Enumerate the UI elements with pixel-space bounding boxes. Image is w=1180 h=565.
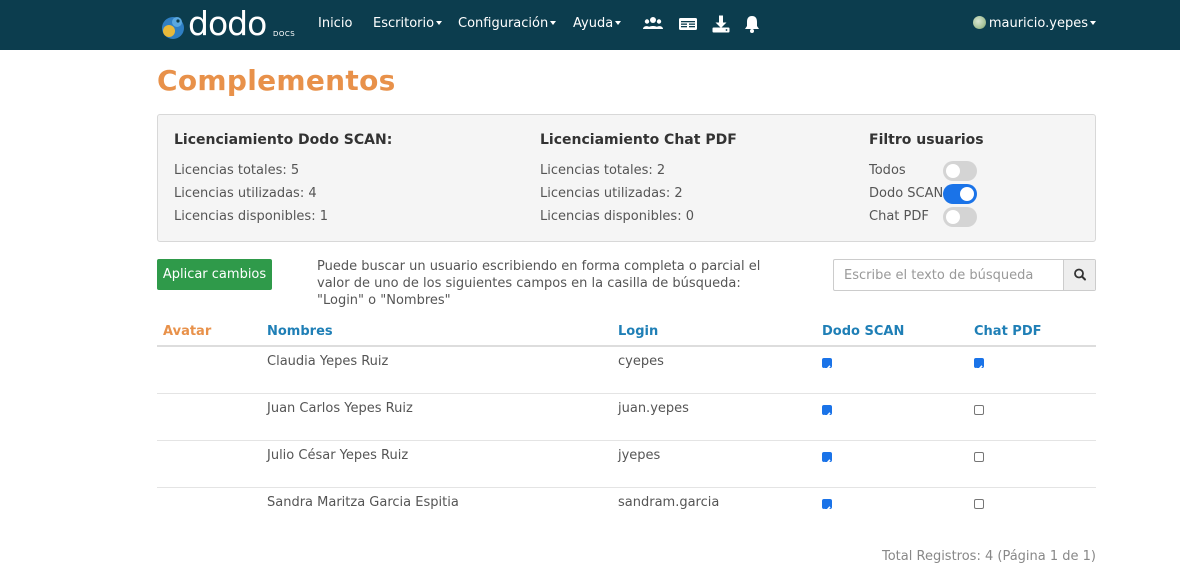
- chat-pdf-checkbox[interactable]: [974, 499, 984, 509]
- users-icon[interactable]: [643, 14, 663, 34]
- user-login: juan.yepes: [618, 401, 689, 416]
- nav-escritorio[interactable]: Escritorio: [373, 15, 443, 33]
- search-help-text: Puede buscar un usuario escribiendo en f…: [317, 259, 761, 308]
- apply-changes-button[interactable]: Aplicar cambios: [157, 259, 272, 290]
- nav-configuracion-label: Configuración: [458, 16, 549, 31]
- user-globe-icon: [972, 16, 986, 29]
- brand-name: dodo: [188, 4, 267, 43]
- filter-todos-label: Todos: [869, 163, 906, 178]
- toggle-knob: [946, 164, 960, 178]
- check-icon: [823, 506, 831, 513]
- col-chat-pdf[interactable]: Chat PDF: [974, 324, 1042, 339]
- col-avatar[interactable]: Avatar: [163, 324, 211, 339]
- dodo-scan-checkbox[interactable]: [822, 405, 832, 419]
- page-title: Complementos: [157, 64, 396, 97]
- dodo-scan-checkbox[interactable]: [822, 452, 832, 466]
- user-full-name: Julio César Yepes Ruiz: [267, 448, 409, 463]
- download-icon[interactable]: [711, 14, 731, 34]
- user-menu[interactable]: mauricio.yepes: [972, 15, 1096, 33]
- nav-ayuda[interactable]: Ayuda: [573, 15, 622, 33]
- table-row: Sandra Maritza Garcia Espitia sandram.gar…: [157, 488, 1096, 535]
- chevron-down-icon: [615, 20, 622, 25]
- dodo-scan-checkbox[interactable]: [822, 499, 832, 513]
- table-header: Avatar Nombres Login Dodo SCAN Chat PDF: [157, 320, 1096, 347]
- scan-used: Licencias utilizadas: 4: [174, 186, 317, 201]
- search-button[interactable]: [1063, 260, 1095, 290]
- chat-pdf-checkbox[interactable]: [974, 358, 984, 372]
- col-nombres[interactable]: Nombres: [267, 324, 333, 339]
- toggle-knob: [960, 187, 974, 201]
- user-full-name: Sandra Maritza Garcia Espitia: [267, 495, 459, 510]
- chevron-down-icon: [550, 20, 557, 25]
- user-filter-section: Filtro usuarios Todos Dodo SCAN Chat PDF: [869, 130, 1009, 228]
- license-panel: Licenciamiento Dodo SCAN: Licencias tota…: [157, 114, 1096, 242]
- nav-configuracion[interactable]: Configuración: [458, 15, 557, 33]
- scan-license-title: Licenciamiento Dodo SCAN:: [174, 132, 393, 148]
- scan-available: Licencias disponibles: 1: [174, 209, 328, 224]
- pdf-available: Licencias disponibles: 0: [540, 209, 694, 224]
- brand-logo[interactable]: dodo DOCS: [160, 4, 296, 43]
- chat-pdf-checkbox[interactable]: [974, 452, 984, 462]
- table-row: Julio César Yepes Ruiz jyepes: [157, 441, 1096, 488]
- filter-dodo-scan-label: Dodo SCAN: [869, 186, 944, 201]
- filter-title: Filtro usuarios: [869, 132, 984, 148]
- user-login: cyepes: [618, 354, 664, 369]
- filter-todos-toggle[interactable]: [943, 161, 977, 181]
- check-icon: [823, 365, 831, 372]
- chevron-down-icon: [436, 20, 443, 25]
- records-summary: Total Registros: 4 (Página 1 de 1): [882, 549, 1096, 564]
- pdf-used: Licencias utilizadas: 2: [540, 186, 683, 201]
- search-input[interactable]: [834, 260, 1064, 290]
- pdf-total: Licencias totales: 2: [540, 163, 666, 178]
- user-full-name: Juan Carlos Yepes Ruiz: [267, 401, 413, 416]
- table-body: Claudia Yepes Ruiz cyepes Juan Carlos Yepe…: [157, 347, 1096, 535]
- top-navbar: dodo DOCS Inicio Escritorio Configuració…: [0, 0, 1180, 50]
- filter-dodo-scan: Dodo SCAN: [869, 182, 1009, 205]
- search-icon: [1074, 268, 1086, 281]
- user-login: sandram.garcia: [618, 495, 720, 510]
- dodo-bird-icon: [162, 17, 184, 39]
- user-name: mauricio.yepes: [988, 16, 1088, 31]
- scan-total: Licencias totales: 5: [174, 163, 300, 178]
- chevron-down-icon: [1090, 20, 1096, 25]
- bell-icon[interactable]: [742, 14, 762, 34]
- check-icon: [823, 459, 831, 466]
- check-icon: [975, 365, 983, 372]
- nav-escritorio-label: Escritorio: [373, 16, 435, 31]
- table-row: Juan Carlos Yepes Ruiz juan.yepes: [157, 394, 1096, 441]
- col-dodo-scan[interactable]: Dodo SCAN: [822, 324, 904, 339]
- col-login[interactable]: Login: [618, 324, 658, 339]
- table-row: Claudia Yepes Ruiz cyepes: [157, 347, 1096, 394]
- toggle-knob: [946, 210, 960, 224]
- filter-chat-pdf-toggle[interactable]: [943, 207, 977, 227]
- id-card-icon[interactable]: [678, 14, 698, 34]
- pdf-license-title: Licenciamiento Chat PDF: [540, 132, 737, 148]
- chat-pdf-checkbox[interactable]: [974, 405, 984, 415]
- nav-inicio[interactable]: Inicio: [318, 15, 352, 33]
- filter-dodo-scan-toggle[interactable]: [943, 184, 977, 204]
- search-group: [833, 259, 1096, 291]
- user-full-name: Claudia Yepes Ruiz: [267, 354, 389, 369]
- user-login: jyepes: [618, 448, 661, 463]
- filter-chat-pdf-label: Chat PDF: [869, 209, 929, 224]
- dodo-scan-checkbox[interactable]: [822, 358, 832, 372]
- filter-chat-pdf: Chat PDF: [869, 205, 1009, 228]
- brand-sub: DOCS: [273, 30, 296, 38]
- check-icon: [823, 412, 831, 419]
- scan-license-section: Licenciamiento Dodo SCAN: Licencias tota…: [174, 130, 392, 228]
- pdf-license-section: Licenciamiento Chat PDF Licencias totale…: [540, 130, 737, 228]
- filter-todos: Todos: [869, 159, 1009, 182]
- nav-ayuda-label: Ayuda: [573, 16, 614, 31]
- users-table: Avatar Nombres Login Dodo SCAN Chat PDF …: [157, 320, 1096, 535]
